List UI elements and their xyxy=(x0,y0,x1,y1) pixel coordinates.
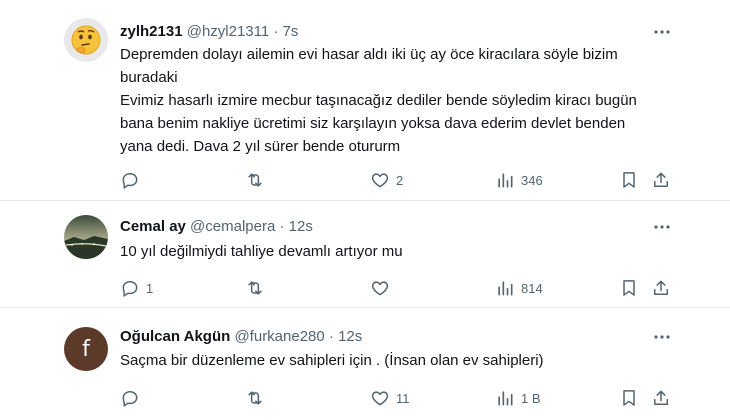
bookmark-button[interactable] xyxy=(619,277,639,299)
avatar[interactable] xyxy=(64,215,108,259)
avatar-letter: f xyxy=(82,336,90,362)
user-handle[interactable]: @hzyl21311 xyxy=(187,23,270,40)
retweet-button[interactable] xyxy=(245,277,271,299)
tweet-paragraph: Depremden dolayı ailemin evi hasar aldı … xyxy=(120,46,618,86)
retweet-icon xyxy=(248,173,262,187)
user-handle[interactable]: @furkane280 xyxy=(234,328,324,345)
share-button[interactable] xyxy=(651,277,671,299)
tweet-paragraph: 10 yıl değilmiydi tahliye devamlı artıyo… xyxy=(120,243,403,260)
bookmark-icon xyxy=(623,390,635,406)
display-name[interactable]: Cemal ay xyxy=(120,218,186,235)
action-bar: 2 346 xyxy=(120,169,680,191)
bookmark-icon xyxy=(623,280,635,296)
share-icon xyxy=(654,280,668,295)
tweet-text: 10 yıl değilmiydi tahliye devamlı artıyo… xyxy=(120,240,640,263)
reply-icon xyxy=(122,281,138,297)
like-button[interactable]: 2 xyxy=(370,169,403,191)
retweet-button[interactable] xyxy=(245,387,271,409)
tweet-3[interactable]: f Oğulcan Akgün @furkane280 · 12s Saçma … xyxy=(0,307,730,420)
action-bar: 1 814 xyxy=(120,277,680,299)
more-options-icon[interactable] xyxy=(652,327,672,347)
retweet-icon xyxy=(248,391,262,405)
share-icon xyxy=(654,172,668,187)
tweet-1[interactable]: zylh2131 @hzyl21311 · 7s Depremden dolay… xyxy=(0,0,730,201)
tweet-header: Oğulcan Akgün @furkane280 · 12s xyxy=(120,327,362,347)
tweet-header: zylh2131 @hzyl21311 · 7s xyxy=(120,22,298,42)
views-chart-icon xyxy=(498,281,513,296)
timestamp[interactable]: · 12s xyxy=(279,218,312,235)
tweet-2[interactable]: Cemal ay @cemalpera · 12s 10 yıl değilmi… xyxy=(0,200,730,308)
views-button[interactable]: 346 xyxy=(495,169,543,191)
heart-icon xyxy=(371,173,389,188)
bookmark-icon xyxy=(623,172,635,188)
reply-icon xyxy=(122,173,138,189)
user-handle[interactable]: @cemalpera xyxy=(190,218,275,235)
share-button[interactable] xyxy=(651,169,671,191)
heart-icon xyxy=(371,391,389,406)
tweet-paragraph: Evimiz hasarlı izmire mecbur taşınacağız… xyxy=(120,92,637,155)
tweet-text: Saçma bir düzenleme ev sahipleri için . … xyxy=(120,349,640,372)
more-options-icon[interactable] xyxy=(652,22,672,42)
share-button[interactable] xyxy=(651,387,671,409)
display-name[interactable]: Oğulcan Akgün xyxy=(120,328,230,345)
bookmark-button[interactable] xyxy=(619,169,639,191)
timestamp[interactable]: · 12s xyxy=(329,328,362,345)
tweet-paragraph: Saçma bir düzenleme ev sahipleri için . … xyxy=(120,352,544,369)
reply-icon xyxy=(122,391,138,407)
reply-button[interactable]: 1 xyxy=(120,277,153,299)
landscape-photo-icon xyxy=(64,215,108,259)
retweet-icon xyxy=(248,281,262,295)
bookmark-button[interactable] xyxy=(619,387,639,409)
avatar[interactable]: f xyxy=(64,327,108,371)
action-bar: 11 1 B xyxy=(120,387,680,409)
tweet-header: Cemal ay @cemalpera · 12s xyxy=(120,217,313,237)
views-chart-icon xyxy=(498,391,513,406)
retweet-button[interactable] xyxy=(245,169,271,191)
avatar[interactable] xyxy=(64,18,108,62)
share-icon xyxy=(654,390,668,405)
timestamp[interactable]: · 7s xyxy=(273,23,298,40)
more-options-icon[interactable] xyxy=(652,217,672,237)
views-button[interactable]: 1 B xyxy=(495,387,541,409)
views-button[interactable]: 814 xyxy=(495,277,543,299)
reply-button[interactable] xyxy=(120,387,146,409)
heart-icon xyxy=(371,281,389,296)
views-chart-icon xyxy=(498,173,513,188)
reply-button[interactable] xyxy=(120,169,146,191)
like-button[interactable]: 11 xyxy=(370,387,410,409)
tweet-text: Depremden dolayı ailemin evi hasar aldı … xyxy=(120,43,640,158)
like-button[interactable] xyxy=(370,277,396,299)
display-name[interactable]: zylh2131 xyxy=(120,23,183,40)
thinking-face-icon xyxy=(71,25,101,55)
